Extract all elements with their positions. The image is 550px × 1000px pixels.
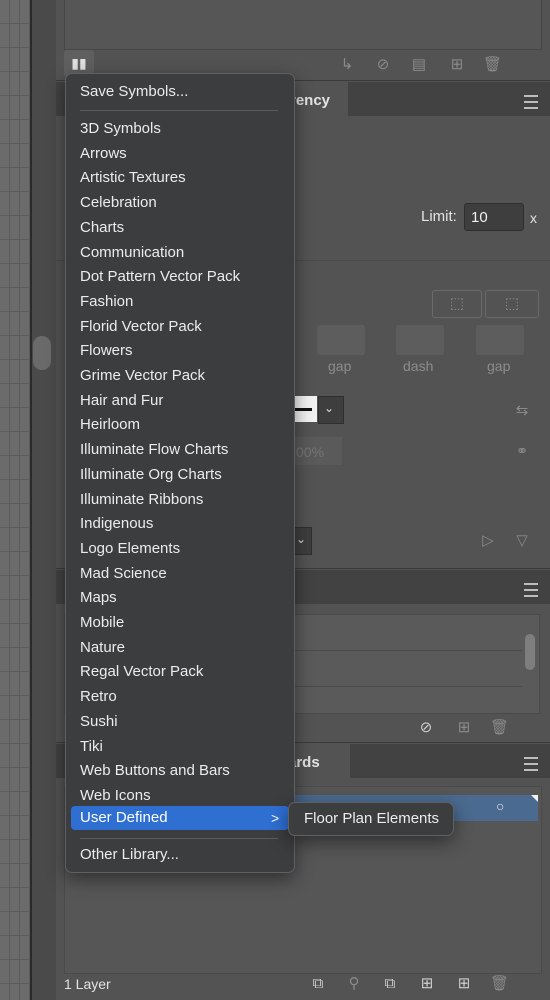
menu-item-library[interactable]: Web Buttons and Bars: [80, 760, 230, 782]
panel-menu-icon[interactable]: [524, 583, 538, 597]
panel-menu-icon[interactable]: [524, 757, 538, 771]
menu-item-library[interactable]: Celebration: [80, 192, 157, 214]
search-icon[interactable]: ⚲: [345, 975, 363, 993]
menu-item-library[interactable]: Heirloom: [80, 414, 140, 436]
menu-item-user-defined[interactable]: User Defined >: [71, 806, 289, 830]
dash-corners-icon: ⬚: [449, 295, 465, 312]
menu-item-library[interactable]: Florid Vector Pack: [80, 316, 202, 338]
flip-vertical-icon[interactable]: ▽: [513, 532, 531, 550]
menu-item-library[interactable]: Arrows: [80, 143, 127, 165]
arrowhead-line: [292, 408, 312, 411]
arrowhead-dropdown[interactable]: ⌄: [318, 396, 344, 424]
export-icon[interactable]: ⧉: [309, 975, 327, 993]
delete-symbol-icon[interactable]: 🗑: [483, 56, 502, 74]
link-scale-icon[interactable]: ⚭: [513, 443, 531, 461]
arrowhead-preview[interactable]: [292, 396, 317, 422]
dash-field-2[interactable]: [396, 325, 444, 355]
trash-icon[interactable]: 🗑: [490, 975, 509, 993]
miter-limit-label: Limit:: [421, 208, 457, 225]
menu-item-library[interactable]: Grime Vector Pack: [80, 365, 205, 387]
chevron-right-icon: >: [271, 810, 280, 826]
submenu-item-floor-plan[interactable]: Floor Plan Elements: [304, 808, 439, 830]
symbol-libraries-menu: Save Symbols... 3D Symbols Arrows Artistic…: [65, 73, 295, 873]
new-sublayer-icon[interactable]: ⊞: [418, 975, 436, 993]
menu-item-library[interactable]: Illuminate Ribbons: [80, 489, 203, 511]
menu-item-library[interactable]: Charts: [80, 217, 124, 239]
list-scroll-thumb[interactable]: [525, 634, 535, 670]
gap-label-2: gap: [487, 358, 511, 374]
canvas-scroll-handle[interactable]: [33, 336, 51, 370]
flip-horizontal-icon[interactable]: ▷: [479, 532, 497, 550]
dash-label: dash: [403, 358, 434, 374]
gap-field-2[interactable]: [476, 325, 524, 355]
clipping-mask-icon[interactable]: ⧉: [381, 975, 399, 993]
tab-transparency-label: rency: [290, 92, 331, 109]
new-item-icon[interactable]: ⊞: [455, 719, 473, 737]
chevron-down-icon: ⌄: [296, 532, 307, 546]
trash-icon[interactable]: 🗑: [490, 719, 509, 737]
menu-item-user-defined-label: User Defined: [80, 809, 168, 826]
menu-separator: [80, 838, 278, 839]
gap-field-1[interactable]: [317, 325, 365, 355]
scale-value: 00%: [296, 444, 325, 460]
menu-item-library[interactable]: Maps: [80, 587, 117, 609]
scale-field[interactable]: 00%: [292, 437, 342, 465]
dash-align-corners-button[interactable]: ⬚: [432, 290, 482, 318]
miter-limit-unit: x: [530, 210, 537, 226]
symbols-panel-content: [64, 0, 542, 50]
menu-item-library[interactable]: Illuminate Org Charts: [80, 464, 222, 486]
menu-item-library[interactable]: Tiki: [80, 736, 103, 758]
list-scrollbar[interactable]: [522, 616, 538, 712]
menu-separator: [80, 110, 278, 111]
menu-item-library[interactable]: Communication: [80, 242, 184, 264]
menu-item-library[interactable]: Fashion: [80, 291, 133, 313]
menu-item-library[interactable]: Artistic Textures: [80, 167, 186, 189]
user-defined-submenu: Floor Plan Elements: [288, 802, 454, 836]
place-symbol-icon[interactable]: ↳: [338, 56, 356, 74]
miter-limit-value: 10: [471, 209, 488, 226]
library-books-icon: ▮▮: [71, 55, 87, 71]
new-symbol-icon[interactable]: ⊞: [448, 56, 466, 74]
menu-item-library[interactable]: Mad Science: [80, 563, 167, 585]
menu-item-library[interactable]: Indigenous: [80, 513, 153, 535]
dash-exact-icon: ⬚: [504, 295, 520, 312]
menu-item-other-library[interactable]: Other Library...: [80, 844, 179, 866]
vertical-ruler: [0, 0, 30, 1000]
swap-arrowheads-icon[interactable]: ⇆: [513, 402, 531, 420]
chevron-down-icon: ⌄: [324, 401, 335, 415]
menu-item-library[interactable]: Hair and Fur: [80, 390, 163, 412]
menu-item-save-symbols[interactable]: Save Symbols...: [80, 81, 188, 103]
target-circle-icon[interactable]: ○: [496, 798, 504, 814]
panel-menu-icon[interactable]: [524, 95, 538, 109]
miter-limit-input[interactable]: 10: [464, 203, 524, 231]
menu-item-library[interactable]: Sushi: [80, 711, 118, 733]
menu-item-library[interactable]: Mobile: [80, 612, 124, 634]
no-symbol-icon[interactable]: ⊘: [417, 719, 435, 737]
menu-item-library[interactable]: Web Icons: [80, 785, 151, 807]
menu-item-library[interactable]: Dot Pattern Vector Pack: [80, 266, 240, 288]
menu-item-library[interactable]: Nature: [80, 637, 125, 659]
symbol-options-icon[interactable]: ▤: [410, 56, 428, 74]
layer-count: 1 Layer: [64, 976, 111, 992]
selection-corner-icon: [531, 795, 538, 802]
profile-dropdown[interactable]: ⌄: [292, 527, 312, 555]
menu-item-library[interactable]: 3D Symbols: [80, 118, 161, 140]
dash-exact-button[interactable]: ⬚: [485, 290, 539, 318]
gap-label-1: gap: [328, 358, 352, 374]
canvas-edge: [32, 0, 56, 1000]
menu-item-library[interactable]: Logo Elements: [80, 538, 180, 560]
new-layer-icon[interactable]: ⊞: [455, 975, 473, 993]
menu-item-library[interactable]: Flowers: [80, 340, 133, 362]
menu-item-library[interactable]: Regal Vector Pack: [80, 661, 203, 683]
break-link-icon[interactable]: ⊘: [374, 56, 392, 74]
menu-item-library[interactable]: Illuminate Flow Charts: [80, 439, 228, 461]
menu-item-library[interactable]: Retro: [80, 686, 117, 708]
